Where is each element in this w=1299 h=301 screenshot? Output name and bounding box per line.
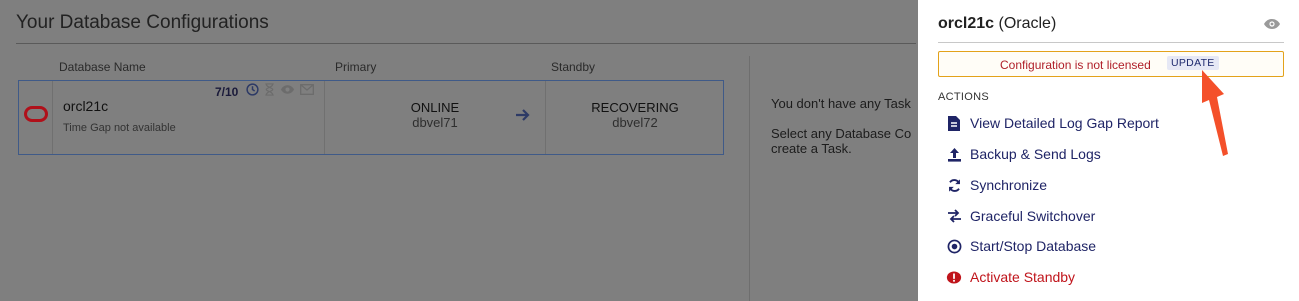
- eye-icon[interactable]: [1263, 17, 1281, 29]
- action-label: View Detailed Log Gap Report: [970, 115, 1159, 131]
- annotation-arrow-icon: [1202, 70, 1228, 156]
- action-start-stop-database[interactable]: Start/Stop Database: [946, 238, 1096, 254]
- standby-status-cell: RECOVERING dbvel72: [546, 100, 724, 130]
- action-activate-standby[interactable]: Activate Standby: [946, 269, 1075, 285]
- power-icon: [946, 238, 962, 254]
- panel-db-name: orcl21c: [938, 15, 995, 32]
- mail-icon[interactable]: [300, 84, 314, 98]
- page-title: Your Database Configurations: [16, 12, 269, 33]
- hourglass-icon[interactable]: [264, 83, 275, 99]
- oracle-logo-icon: [24, 106, 48, 122]
- action-label: Start/Stop Database: [970, 238, 1097, 254]
- panel-title: orcl21c (Oracle): [938, 15, 1056, 33]
- panel-divider: [938, 42, 1284, 43]
- action-label: Backup & Send Logs: [970, 146, 1101, 162]
- score-badge: 7/10: [215, 85, 239, 99]
- column-header-database-name: Database Name: [59, 60, 146, 74]
- cell-divider: [52, 81, 53, 154]
- clock-icon[interactable]: [246, 83, 259, 99]
- title-divider: [16, 43, 916, 44]
- action-label: Activate Standby: [970, 269, 1076, 285]
- primary-status-cell: ONLINE dbvel71: [325, 100, 545, 130]
- primary-status: ONLINE: [410, 100, 460, 115]
- standby-status: RECOVERING: [591, 100, 679, 115]
- create-task-hint: Select any Database Co create a Task.: [771, 126, 912, 156]
- action-view-log-gap-report[interactable]: View Detailed Log Gap Report: [946, 115, 1159, 131]
- panel-divider: [749, 56, 750, 301]
- document-icon: [946, 115, 962, 131]
- time-gap-text: Time Gap not available: [63, 122, 176, 134]
- column-header-primary: Primary: [335, 60, 377, 74]
- alert-icon: [946, 269, 962, 285]
- standby-host: dbvel72: [612, 115, 658, 130]
- database-side-panel: orcl21c (Oracle) Configuration is not li…: [918, 0, 1299, 301]
- eye-icon[interactable]: [280, 84, 295, 98]
- sync-icon: [946, 177, 962, 193]
- action-label: Graceful Switchover: [970, 208, 1096, 224]
- database-name: orcl21c: [63, 98, 109, 114]
- panel-db-type: (Oracle): [998, 15, 1057, 32]
- actions-heading: ACTIONS: [938, 91, 989, 103]
- action-synchronize[interactable]: Synchronize: [946, 177, 1047, 193]
- configurations-area: Your Database Configurations Database Na…: [0, 0, 918, 301]
- action-graceful-switchover[interactable]: Graceful Switchover: [946, 208, 1095, 224]
- database-row[interactable]: orcl21c Time Gap not available 7/10 ONLI…: [18, 80, 724, 155]
- no-task-message: You don't have any Task: [771, 96, 911, 111]
- primary-host: dbvel71: [412, 115, 458, 130]
- license-warning-text: Configuration is not licensed: [1000, 58, 1151, 72]
- action-label: Synchronize: [970, 177, 1048, 193]
- arrow-right-icon: [515, 107, 531, 127]
- switch-icon: [946, 208, 962, 224]
- column-header-standby: Standby: [551, 60, 596, 74]
- upload-icon: [946, 146, 962, 162]
- action-backup-send-logs[interactable]: Backup & Send Logs: [946, 146, 1101, 162]
- row-status-icons: [246, 83, 314, 99]
